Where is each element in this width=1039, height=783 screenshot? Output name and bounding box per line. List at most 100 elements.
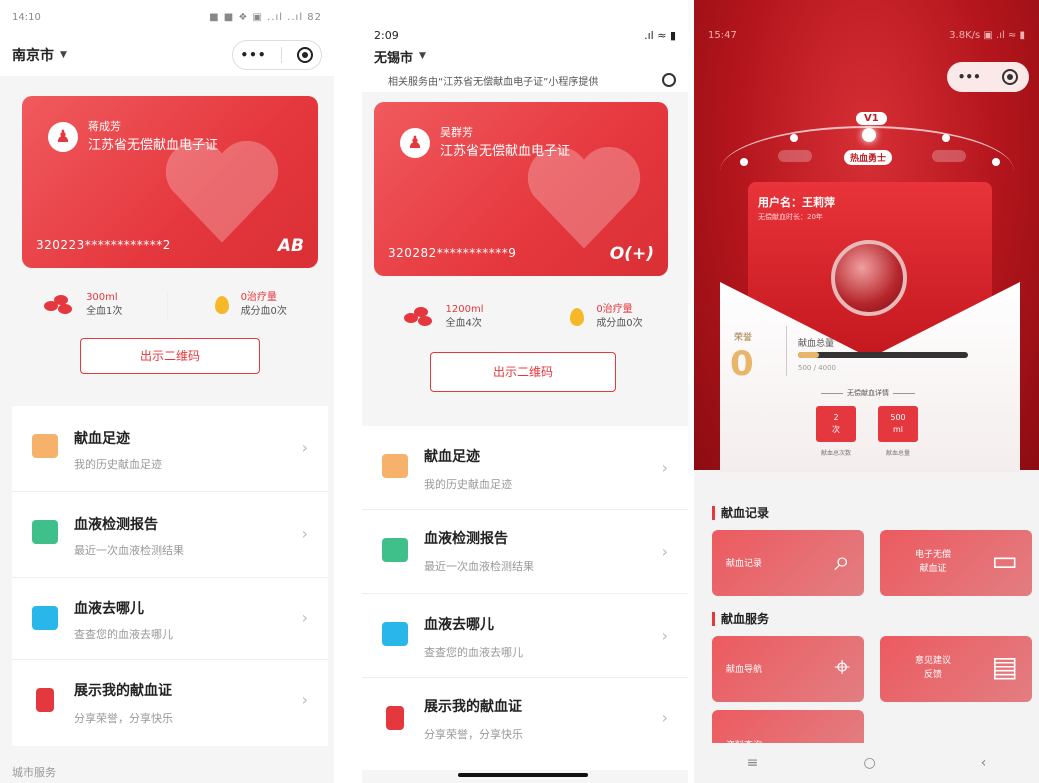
footprint-icon (32, 434, 58, 458)
close-target-icon[interactable] (662, 73, 676, 87)
menu-title: 献血足迹 (74, 431, 130, 447)
blood-cells-icon (403, 307, 434, 327)
level-tag (778, 150, 812, 162)
menu-title: 血液去哪儿 (424, 617, 494, 633)
level-tag (932, 150, 966, 162)
menu-title: 展示我的献血证 (424, 699, 522, 715)
tile-e-certificate[interactable]: 电子无偿 献血证 ▭ (880, 530, 1032, 596)
city-bar: 无锡市 ▼ (362, 44, 688, 68)
card-blood-type: O(+) (609, 244, 654, 264)
status-icons: .ıl ≈ ▮ (644, 29, 676, 42)
close-target-icon[interactable] (1002, 69, 1019, 85)
level-dot (942, 134, 950, 142)
home-indicator[interactable] (458, 773, 588, 777)
honor-value: 0 (730, 344, 754, 384)
donor-card[interactable]: ♟ 吴群芳 江苏省无偿献血电子证 320282***********9 O(+) (374, 102, 668, 276)
tile-donation-navigation[interactable]: 献血导航 ⌖ (712, 636, 864, 702)
menu-item-blood-destination[interactable]: 血液去哪儿 查查您的血液去哪儿 › (362, 594, 688, 678)
menu-subtitle: 最近一次血液检测结果 (74, 544, 184, 557)
menu-subtitle: 查查您的血液去哪儿 (424, 646, 523, 659)
status-icons: 3.8K/s ▣ .ıl ≈ ▮ (949, 30, 1025, 41)
user-name: 用户名：王莉萍 (758, 196, 835, 209)
ambulance-icon (382, 622, 408, 646)
more-icon[interactable]: ••• (958, 70, 981, 84)
donation-detail-heading: 无偿献血详情 (808, 388, 928, 398)
chevron-right-icon: › (301, 608, 308, 627)
card-id-number: 320223************2 (36, 238, 171, 252)
tile-label: 献血导航 (726, 665, 763, 675)
honor-label: 荣誉 (734, 333, 753, 343)
certificate-icon (386, 706, 404, 730)
donation-stats: 1200ml 全血4次 0治疗量 成分血0次 (362, 292, 688, 342)
donation-count-box: 2 次 (816, 406, 856, 442)
count-unit: 次 (832, 425, 840, 434)
city-selector[interactable]: 南京市 ▼ (12, 45, 67, 65)
current-level: V1 (856, 112, 887, 125)
status-bar: 14:10 ■ ■ ❖ ▣ ..ıl ..ıl 82 (0, 0, 334, 34)
close-target-icon[interactable] (297, 47, 314, 63)
component-blood-stat: 0治疗量 成分血0次 (168, 291, 335, 319)
donor-card[interactable]: ♟ 蒋成芳 江苏省无偿献血电子证 320223************2 AB (22, 96, 318, 268)
menu-title: 血液检测报告 (74, 517, 158, 533)
hint-text: 相关服务由“江苏省无偿献血电子证”小程序提供 (388, 76, 599, 88)
menu-subtitle: 我的历史献血足迹 (74, 458, 162, 471)
menu-title: 献血足迹 (424, 449, 480, 465)
caret-down-icon: ▼ (419, 51, 426, 61)
level-dot (740, 158, 748, 166)
tile-label-line2: 反馈 (923, 670, 942, 680)
city-name: 无锡市 (374, 50, 414, 66)
tile-label: 献血记录 (726, 559, 763, 569)
screen-nanjing: 14:10 ■ ■ ❖ ▣ ..ıl ..ıl 82 南京市 ▼ ••• ♟ 蒋… (0, 0, 334, 783)
status-bar: 15:47 3.8K/s ▣ .ıl ≈ ▮ (694, 30, 1039, 41)
show-qr-button[interactable]: 出示二维码 (80, 338, 260, 374)
clipboard-icon (382, 538, 408, 562)
city-name: 南京市 (12, 48, 54, 64)
menu-item-show-certificate[interactable]: 展示我的献血证 分享荣誉，分享快乐 › (362, 678, 688, 762)
menu-nav-icon[interactable]: ≡ (747, 755, 759, 771)
chevron-right-icon: › (661, 542, 668, 561)
drop-icon (214, 296, 229, 314)
menu-item-footprint[interactable]: 献血足迹 我的历史献血足迹 › (362, 426, 688, 510)
menu-subtitle: 分享荣誉，分享快乐 (424, 728, 523, 741)
city-services-heading: 城市服务 (12, 766, 56, 779)
menu-subtitle: 我的历史献血足迹 (424, 478, 512, 491)
volume-progress-text: 500 / 4000 (798, 364, 836, 372)
menu-subtitle: 最近一次血液检测结果 (424, 560, 534, 573)
menu-title: 展示我的献血证 (74, 683, 172, 699)
show-qr-button[interactable]: 出示二维码 (430, 352, 616, 392)
back-nav-icon[interactable]: ‹ (981, 755, 987, 771)
menu-item-test-report[interactable]: 血液检测报告 最近一次血液检测结果 › (362, 510, 688, 594)
more-icon[interactable]: ••• (240, 48, 266, 62)
whole-amount: 300ml (86, 292, 118, 303)
total-volume-label: 献血总量 (798, 339, 835, 349)
menu-item-show-certificate[interactable]: 展示我的献血证 分享荣誉，分享快乐 › (12, 660, 328, 746)
menu-item-blood-destination[interactable]: 血液去哪儿 查查您的血液去哪儿 › (12, 578, 328, 660)
volume-progress-bar (798, 352, 968, 358)
tile-donation-records[interactable]: 献血记录 ⌕ (712, 530, 864, 596)
volume-value: 500 (890, 413, 906, 422)
medal-icon (831, 240, 907, 316)
whole-blood-stat: 1200ml 全血4次 (362, 303, 525, 331)
card-id-number: 320282***********9 (388, 246, 517, 260)
ambulance-icon (32, 606, 58, 630)
home-nav-icon[interactable]: ○ (863, 755, 875, 771)
tile-label-line2: 献血证 (919, 564, 947, 574)
menu-title: 血液检测报告 (424, 531, 508, 547)
level-dot (992, 158, 1000, 166)
tile-feedback[interactable]: 意见建议 反馈 ▤ (880, 636, 1032, 702)
menu-item-test-report[interactable]: 血液检测报告 最近一次血液检测结果 › (12, 492, 328, 578)
component-amount: 0治疗量 (240, 292, 277, 303)
whole-count: 全血4次 (445, 318, 482, 329)
service-menu: 献血足迹 我的历史献血足迹 › 血液检测报告 最近一次血液检测结果 › 血液去哪… (12, 406, 328, 746)
card-blood-type: AB (277, 236, 304, 256)
menu-item-footprint[interactable]: 献血足迹 我的历史献血足迹 › (12, 406, 328, 492)
footprint-icon (382, 454, 408, 478)
section-records-heading: 献血记录 (712, 506, 769, 520)
service-menu: 献血足迹 我的历史献血足迹 › 血液检测报告 最近一次血液检测结果 › 血液去哪… (362, 426, 688, 770)
certificate-icon (36, 688, 54, 712)
blood-donation-logo-icon: ♟ (400, 128, 430, 158)
menu-subtitle: 查查您的血液去哪儿 (74, 628, 173, 641)
donation-years: 无偿献血时长：20年 (758, 213, 823, 221)
city-selector[interactable]: 无锡市 ▼ (374, 47, 426, 66)
miniprogram-capsule: ••• (947, 62, 1029, 92)
